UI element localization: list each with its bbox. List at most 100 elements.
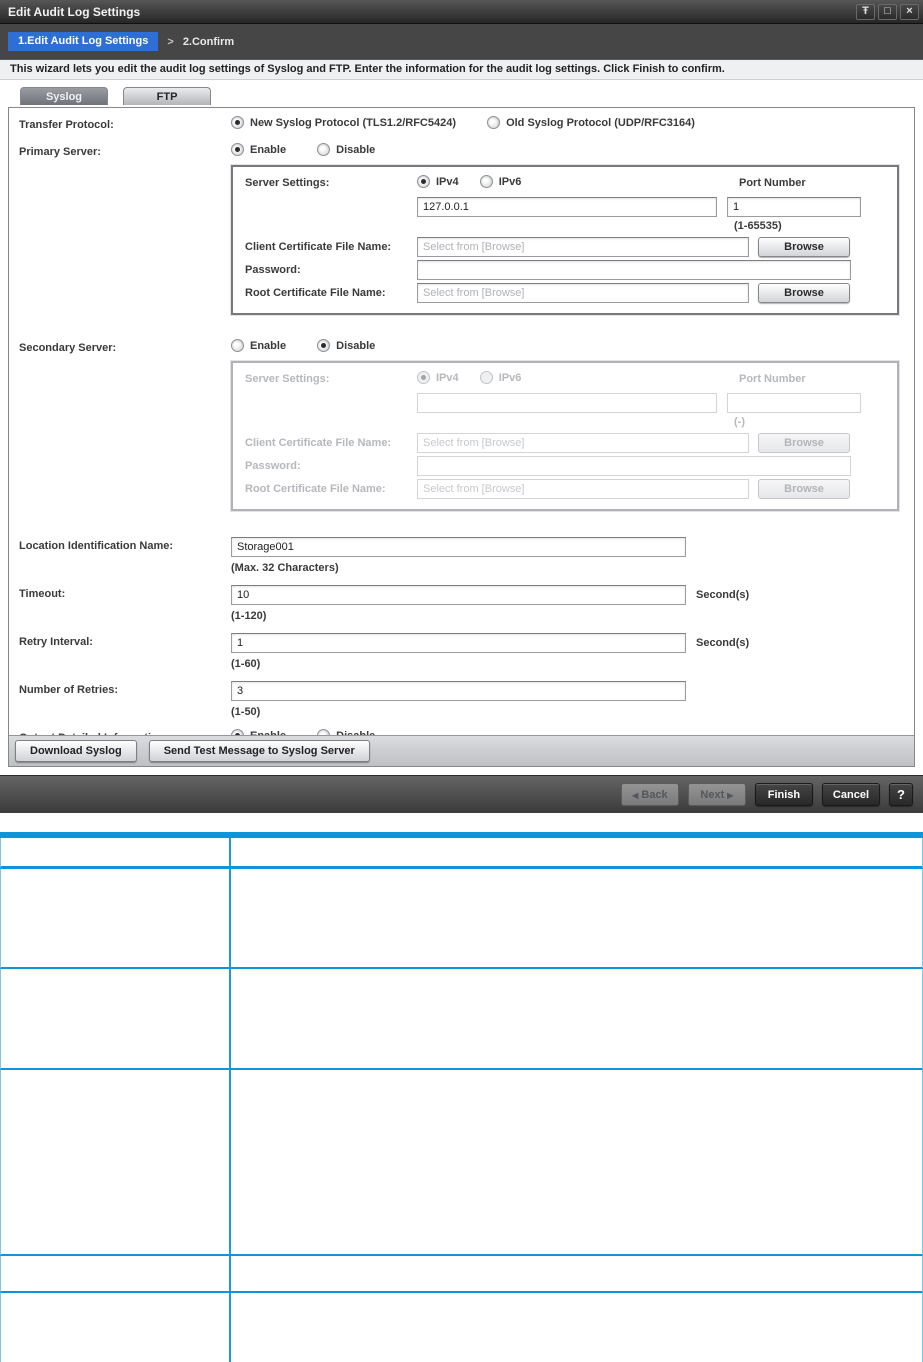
primary-ip-address-input[interactable] <box>417 197 717 217</box>
chevron-right-icon: > <box>167 35 174 48</box>
primary-client-cert-browse-button[interactable]: Browse <box>758 237 850 257</box>
primary-root-cert-browse-button[interactable]: Browse <box>758 283 850 303</box>
finish-button[interactable]: Finish <box>754 783 813 806</box>
secondary-client-cert-input <box>417 433 749 453</box>
next-button-label: Next <box>700 788 725 801</box>
primary-port-range-hint: (1-65535) <box>734 220 782 232</box>
number-of-retries-label: Number of Retries: <box>19 684 119 696</box>
notes-table <box>0 832 923 1362</box>
table-cell <box>1 969 231 1068</box>
send-test-message-button[interactable]: Send Test Message to Syslog Server <box>148 740 370 762</box>
close-icon[interactable]: × <box>900 3 919 20</box>
radio-old-syslog-protocol[interactable]: Old Syslog Protocol (UDP/RFC3164) <box>487 116 695 129</box>
step-1-current: 1.Edit Audit Log Settings <box>8 32 159 51</box>
table-cell <box>231 1256 922 1291</box>
cancel-button[interactable]: Cancel <box>821 783 880 806</box>
radio-secondary-ipv4: IPv4 <box>417 371 459 384</box>
step-2-confirm: 2.Confirm <box>182 35 235 48</box>
radio-button-icon <box>417 175 430 188</box>
radio-button-icon <box>317 339 331 352</box>
port-number-label: Port Number <box>739 177 806 189</box>
server-settings-label: Server Settings: <box>245 373 330 385</box>
radio-primary-disable[interactable]: Disable <box>317 143 375 156</box>
client-cert-label: Client Certificate File Name: <box>245 437 392 449</box>
secondary-root-cert-input <box>417 479 749 499</box>
tab-syslog[interactable]: Syslog <box>20 87 108 105</box>
retry-interval-row: Retry Interval: Second(s) (1-60) <box>19 633 914 670</box>
table-cell <box>1 1070 231 1254</box>
secondary-client-cert-browse-button: Browse <box>758 433 850 453</box>
password-label: Password: <box>245 264 301 276</box>
radio-label: IPv6 <box>498 371 522 384</box>
table-header-cell <box>231 838 922 866</box>
radio-button-icon <box>231 143 244 156</box>
back-arrow-icon: ◀ <box>632 790 639 800</box>
tab-ftp[interactable]: FTP <box>123 87 212 105</box>
tab-bar: Syslog FTP <box>8 87 915 108</box>
radio-secondary-enable[interactable]: Enable <box>231 339 286 352</box>
table-header-row <box>0 838 923 869</box>
secondary-server-row: Secondary Server: Enable Disable <box>19 339 914 355</box>
table-cell <box>231 869 922 967</box>
radio-new-syslog-protocol[interactable]: New Syslog Protocol (TLS1.2/RFC5424) <box>231 116 456 129</box>
back-button-label: Back <box>641 788 668 801</box>
screen: Edit Audit Log Settings Ŧ □ × 1.Edit Aud… <box>0 0 923 1362</box>
location-name-hint: (Max. 32 Characters) <box>231 562 339 574</box>
radio-primary-ipv6[interactable]: IPv6 <box>479 175 521 188</box>
radio-label: Enable <box>250 339 287 352</box>
radio-secondary-ipv6: IPv6 <box>479 371 522 384</box>
radio-label: Enable <box>250 143 287 156</box>
next-arrow-icon: ▶ <box>727 790 734 800</box>
syslog-tools-bar: Download Syslog Send Test Message to Sys… <box>9 735 914 766</box>
primary-client-cert-input[interactable] <box>417 237 749 257</box>
download-syslog-button[interactable]: Download Syslog <box>15 740 137 762</box>
radio-button-icon <box>231 339 244 352</box>
next-button: Next ▶ <box>687 783 746 806</box>
location-name-label: Location Identification Name: <box>19 540 174 552</box>
primary-password-input[interactable] <box>417 260 851 280</box>
number-of-retries-input[interactable] <box>231 681 686 701</box>
primary-port-input[interactable] <box>727 197 861 217</box>
primary-root-cert-input[interactable] <box>417 283 749 303</box>
maximize-icon[interactable]: □ <box>878 3 897 20</box>
radio-label: IPv4 <box>436 371 459 384</box>
primary-server-row: Primary Server: Enable Disable <box>19 143 914 159</box>
primary-server-settings-box: Server Settings: IPv4 IPv6 Port Number 1… <box>231 165 899 315</box>
table-cell <box>1 869 231 967</box>
radio-button-icon <box>479 175 493 188</box>
retry-interval-input[interactable] <box>231 633 686 653</box>
timeout-range-hint: (1-120) <box>231 610 267 622</box>
timeout-row: Timeout: Second(s) (1-120) <box>19 585 914 622</box>
radio-button-icon <box>231 116 244 129</box>
syslog-tab-panel: Transfer Protocol: New Syslog Protocol (… <box>8 107 915 767</box>
root-cert-label: Root Certificate File Name: <box>245 287 386 299</box>
wizard-steps: 1.Edit Audit Log Settings > 2.Confirm <box>0 24 923 60</box>
table-row <box>0 869 923 969</box>
radio-secondary-disable[interactable]: Disable <box>317 339 375 352</box>
table-row <box>0 1070 923 1256</box>
wizard-action-bar: ◀ Back Next ▶ Finish Cancel ? <box>0 775 923 813</box>
radio-button-icon <box>417 371 430 384</box>
radio-label: IPv4 <box>436 175 459 188</box>
table-cell <box>231 1070 922 1254</box>
secondary-ip-address-input <box>417 393 717 413</box>
secondary-root-cert-browse-button: Browse <box>758 479 850 499</box>
radio-primary-enable[interactable]: Enable <box>231 143 286 156</box>
server-settings-label: Server Settings: <box>245 177 330 189</box>
number-of-retries-row: Number of Retries: (1-50) <box>19 681 914 718</box>
timeout-input[interactable] <box>231 585 686 605</box>
pin-icon[interactable]: Ŧ <box>856 3 875 20</box>
radio-button-icon <box>317 143 331 156</box>
radio-label: Old Syslog Protocol (UDP/RFC3164) <box>506 116 695 129</box>
transfer-protocol-label: Transfer Protocol: <box>19 119 114 131</box>
dialog-titlebar: Edit Audit Log Settings Ŧ □ × <box>0 0 923 24</box>
help-icon[interactable]: ? <box>889 783 913 806</box>
timeout-label: Timeout: <box>19 588 66 600</box>
location-name-input[interactable] <box>231 537 686 557</box>
primary-server-label: Primary Server: <box>19 146 101 158</box>
port-number-label: Port Number <box>739 373 806 385</box>
back-button: ◀ Back <box>620 783 679 806</box>
client-cert-label: Client Certificate File Name: <box>245 241 392 253</box>
radio-primary-ipv4[interactable]: IPv4 <box>417 175 459 188</box>
syslog-form: Transfer Protocol: New Syslog Protocol (… <box>9 108 914 745</box>
